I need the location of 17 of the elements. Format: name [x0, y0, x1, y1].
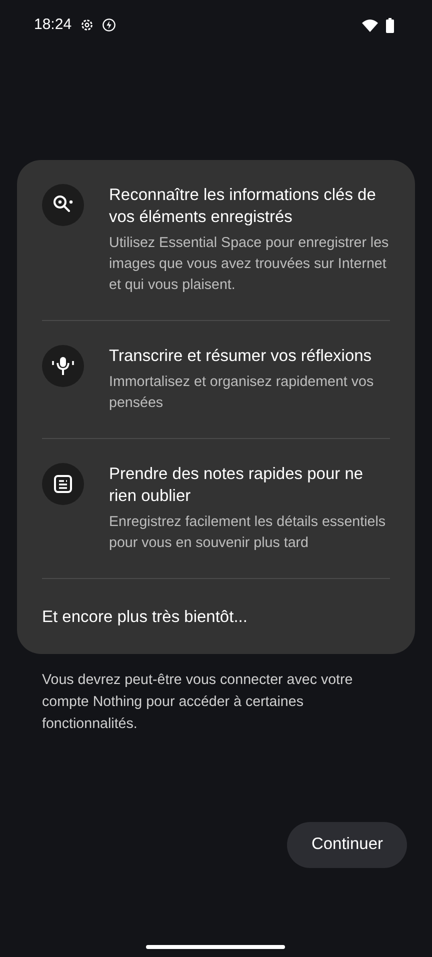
- feature-title: Transcrire et résumer vos réflexions: [109, 346, 373, 367]
- home-indicator[interactable]: [146, 945, 285, 949]
- microphone-icon: [51, 355, 75, 377]
- status-time: 18:24: [34, 14, 72, 35]
- feature-description: Immortalisez et organisez rapidement vos pensées: [109, 373, 375, 413]
- note-icon: [52, 473, 74, 495]
- wifi-icon: [362, 18, 378, 32]
- feature-title: Reconnaître les informations clés de vos éléments enregistrés: [109, 185, 377, 228]
- notice-text: Vous devrez peut-être vous connecter avec votre compte Nothing pour accéder à certaines fonctionnalités.: [42, 670, 354, 734]
- settings-icon: [80, 18, 94, 32]
- lightning-icon: [102, 18, 116, 32]
- feature-description: Enregistrez facilement les détails essentiels pour vous en souvenir plus tard: [109, 513, 387, 553]
- more-text: Et encore plus très bientôt...: [42, 607, 248, 628]
- feature-description: Utilisez Essential Space pour enregistrer les images que vous avez trouvées sur Internet et qui vous plaisent.: [109, 234, 390, 295]
- battery-icon: [386, 18, 394, 32]
- continue-button[interactable]: Continuer: [287, 822, 407, 868]
- feature-title: Prendre des notes rapides pour ne rien oublier: [109, 464, 364, 507]
